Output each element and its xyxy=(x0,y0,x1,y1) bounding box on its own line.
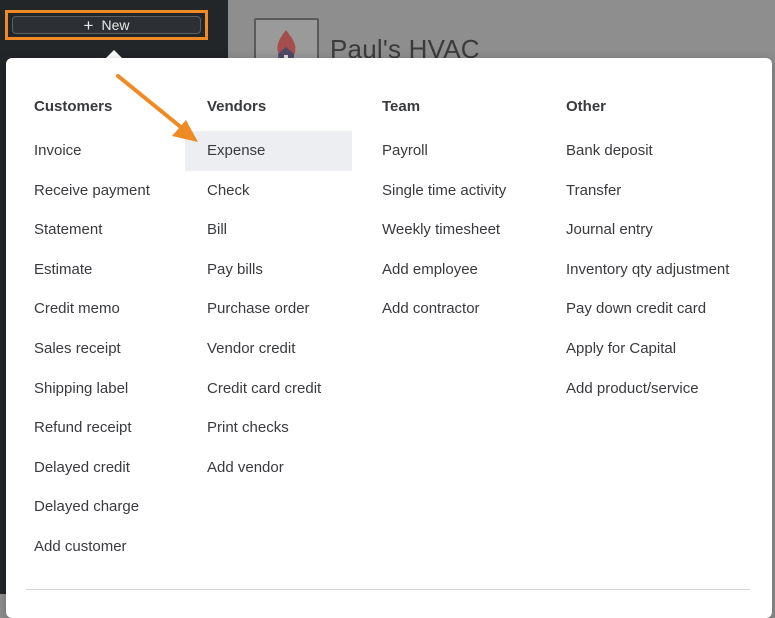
menu-item-pay-down-credit-card[interactable]: Pay down credit card xyxy=(566,289,729,329)
menu-item-credit-memo[interactable]: Credit memo xyxy=(34,289,150,329)
menu-item-vendor-credit[interactable]: Vendor credit xyxy=(207,329,352,369)
menu-item-delayed-charge[interactable]: Delayed charge xyxy=(34,487,150,527)
menu-item-add-employee[interactable]: Add employee xyxy=(382,250,506,290)
team-column: Team Payroll Single time activity Weekly… xyxy=(382,98,506,329)
customers-column: Customers Invoice Receive payment Statem… xyxy=(34,98,150,567)
menu-item-add-vendor[interactable]: Add vendor xyxy=(207,448,352,488)
menu-item-shipping-label[interactable]: Shipping label xyxy=(34,369,150,409)
menu-bottom-divider xyxy=(26,589,750,590)
menu-item-payroll[interactable]: Payroll xyxy=(382,131,506,171)
menu-item-print-checks[interactable]: Print checks xyxy=(207,408,352,448)
orange-pointer-arrow-icon xyxy=(116,74,198,142)
vendors-column: Vendors Expense Check Bill Pay bills Pur… xyxy=(185,98,352,488)
menu-item-journal-entry[interactable]: Journal entry xyxy=(566,210,729,250)
menu-item-statement[interactable]: Statement xyxy=(34,210,150,250)
menu-item-credit-card-credit[interactable]: Credit card credit xyxy=(207,369,352,409)
column-heading-other: Other xyxy=(566,98,607,115)
menu-item-expense[interactable]: Expense xyxy=(185,131,352,171)
menu-item-estimate[interactable]: Estimate xyxy=(34,250,150,290)
new-button-label: New xyxy=(101,17,130,33)
menu-item-single-time-activity[interactable]: Single time activity xyxy=(382,171,506,211)
new-button[interactable]: + New xyxy=(12,16,201,34)
menu-item-add-customer[interactable]: Add customer xyxy=(34,527,150,567)
column-heading-vendors: Vendors xyxy=(207,98,267,115)
menu-item-apply-for-capital[interactable]: Apply for Capital xyxy=(566,329,729,369)
menu-item-delayed-credit[interactable]: Delayed credit xyxy=(34,448,150,488)
menu-item-pay-bills[interactable]: Pay bills xyxy=(207,250,352,290)
menu-item-add-contractor[interactable]: Add contractor xyxy=(382,289,506,329)
menu-item-weekly-timesheet[interactable]: Weekly timesheet xyxy=(382,210,506,250)
column-heading-team: Team xyxy=(382,98,421,115)
menu-item-purchase-order[interactable]: Purchase order xyxy=(207,289,352,329)
menu-item-inventory-qty-adjustment[interactable]: Inventory qty adjustment xyxy=(566,250,729,290)
menu-item-refund-receipt[interactable]: Refund receipt xyxy=(34,408,150,448)
menu-item-check[interactable]: Check xyxy=(207,171,352,211)
menu-item-transfer[interactable]: Transfer xyxy=(566,171,729,211)
menu-item-receive-payment[interactable]: Receive payment xyxy=(34,171,150,211)
other-column: Other Bank deposit Transfer Journal entr… xyxy=(566,98,729,408)
menu-item-add-product-service[interactable]: Add product/service xyxy=(566,369,729,409)
menu-item-bank-deposit[interactable]: Bank deposit xyxy=(566,131,729,171)
new-button-highlight-frame: + New xyxy=(5,10,208,40)
plus-icon: + xyxy=(83,15,94,35)
menu-item-sales-receipt[interactable]: Sales receipt xyxy=(34,329,150,369)
menu-item-bill[interactable]: Bill xyxy=(207,210,352,250)
